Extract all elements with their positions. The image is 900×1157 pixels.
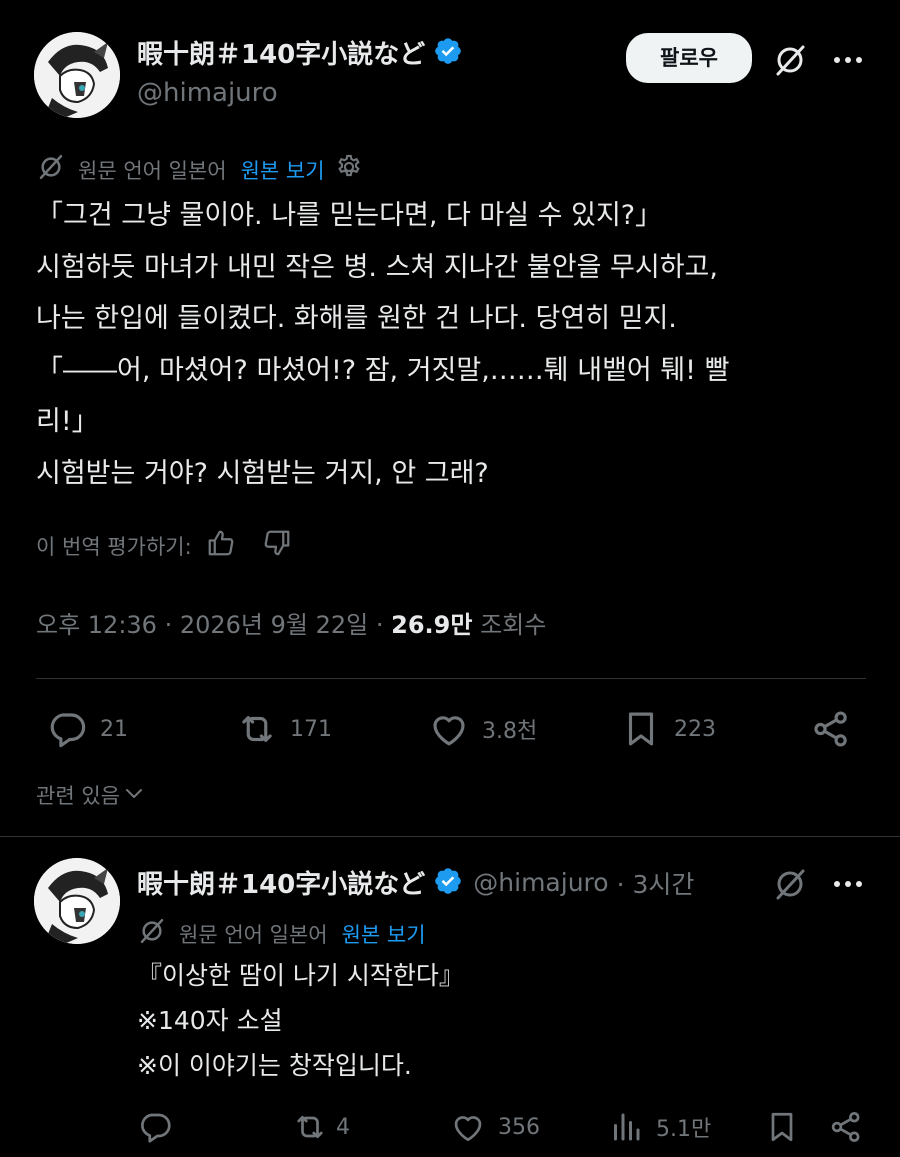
bookmark-count: 223: [674, 716, 716, 742]
share-icon: [831, 1112, 860, 1142]
more-options-icon[interactable]: [826, 862, 870, 906]
tweet-body-line: 「그건 그냥 물이야. 나를 믿는다면, 다 마실 수 있지?」: [36, 200, 663, 231]
like-count: 3.8천: [482, 719, 538, 744]
verified-badge-icon: [433, 36, 463, 70]
reply-body-line: ※이 이야기는 창작입니다.: [137, 1051, 412, 1080]
reply-button[interactable]: [137, 1109, 185, 1145]
verified-badge-icon: [433, 866, 463, 900]
thumbs-down-icon[interactable]: [262, 528, 292, 563]
views-button[interactable]: 5.1만: [608, 1109, 711, 1145]
reply-body: 『이상한 땀이 나기 시작한다』 ※140자 소설 ※이 이야기는 창작입니다.: [137, 953, 464, 1088]
like-button[interactable]: 356: [450, 1109, 540, 1145]
repost-button[interactable]: 171: [236, 708, 332, 750]
grok-icon[interactable]: [768, 38, 812, 82]
timestamp-separator: ·: [368, 611, 392, 639]
reply-author-handle[interactable]: @himajuro: [473, 868, 608, 897]
tweet-body-line: 시험받는 거야? 시험받는 거지, 안 그래?: [36, 457, 489, 489]
tweet-body: 「그건 그냥 물이야. 나를 믿는다면, 다 마실 수 있지?」 시험하듯 마녀…: [36, 190, 729, 499]
heart-icon: [454, 1116, 482, 1142]
reply-button[interactable]: 21: [46, 708, 128, 750]
reply-icon: [50, 713, 86, 748]
heart-icon: [433, 716, 465, 746]
tweet-body-line: 시험하듯 마녀가 내민 작은 병. 스쳐 지나간 불안을 무시하고,: [36, 251, 718, 283]
share-icon: [814, 711, 847, 747]
tweet-body-line: 「――어, 마셨어? 마셨어!? 잠, 거짓말,……퉤 내뱉어 퉤! 빨: [36, 354, 730, 386]
translation-source-label: 원문 언어 일본어: [179, 922, 328, 947]
translate-icon: [137, 916, 167, 951]
analytics-bars-icon: [614, 1113, 640, 1141]
divider: [36, 678, 866, 679]
reply-author-avatar[interactable]: [34, 858, 120, 944]
show-original-link[interactable]: 원본 보기: [241, 155, 325, 185]
related-sort-dropdown[interactable]: 관련 있음: [36, 780, 144, 810]
translate-icon: [36, 152, 66, 187]
like-button[interactable]: 3.8천: [428, 708, 537, 750]
show-original-link[interactable]: 원본 보기: [342, 919, 426, 949]
thumbs-up-icon[interactable]: [206, 528, 236, 563]
author-handle[interactable]: @himajuro: [137, 78, 278, 108]
share-button[interactable]: [828, 1109, 876, 1145]
avatar-illustration: [34, 32, 120, 118]
bookmark-icon: [771, 1112, 793, 1142]
follow-button[interactable]: 팔로우: [626, 33, 752, 83]
more-options-icon[interactable]: [826, 38, 870, 82]
reply-author-name[interactable]: 暇十朗＃140字小説など: [137, 864, 425, 901]
repost-button[interactable]: 4: [292, 1109, 350, 1145]
grok-icon[interactable]: [768, 862, 812, 906]
bookmark-icon: [628, 712, 654, 746]
repost-count: 4: [336, 1114, 350, 1140]
repost-icon: [242, 716, 272, 742]
tweet-timestamp[interactable]: 오후 12:36 · 2026년 9월 22일: [36, 611, 368, 639]
translation-source-label: 원문 언어 일본어: [78, 158, 227, 183]
reply-body-line: ※140자 소설: [137, 1006, 283, 1035]
view-count-label: 조회수: [480, 611, 547, 639]
share-button[interactable]: [810, 708, 864, 750]
like-count: 356: [498, 1114, 540, 1140]
reply-count: 21: [100, 716, 128, 742]
view-count: 26.9만: [391, 611, 473, 639]
reply-body-line: 『이상한 땀이 나기 시작한다』: [137, 961, 464, 990]
repost-count: 171: [290, 716, 332, 742]
tweet-body-line: 리!」: [36, 406, 99, 437]
divider: [0, 836, 900, 837]
reply-icon: [141, 1113, 171, 1143]
rate-translation-label: 이 번역 평가하기:: [36, 534, 192, 559]
repost-icon: [297, 1115, 323, 1139]
settings-gear-icon[interactable]: [335, 153, 363, 186]
view-count: 5.1만: [656, 1117, 712, 1142]
author-name[interactable]: 暇十朗＃140字小説など: [137, 34, 425, 71]
avatar-illustration: [34, 858, 120, 944]
tweet-body-line: 나는 한입에 들이켰다. 화해를 원한 건 나다. 당연히 믿지.: [36, 303, 677, 334]
reply-time[interactable]: · 3시간: [617, 865, 695, 901]
author-avatar[interactable]: [34, 32, 120, 118]
bookmark-button[interactable]: [764, 1109, 812, 1145]
bookmark-button[interactable]: 223: [620, 708, 716, 750]
chevron-down-icon: [124, 783, 144, 808]
related-label: 관련 있음: [36, 784, 120, 808]
